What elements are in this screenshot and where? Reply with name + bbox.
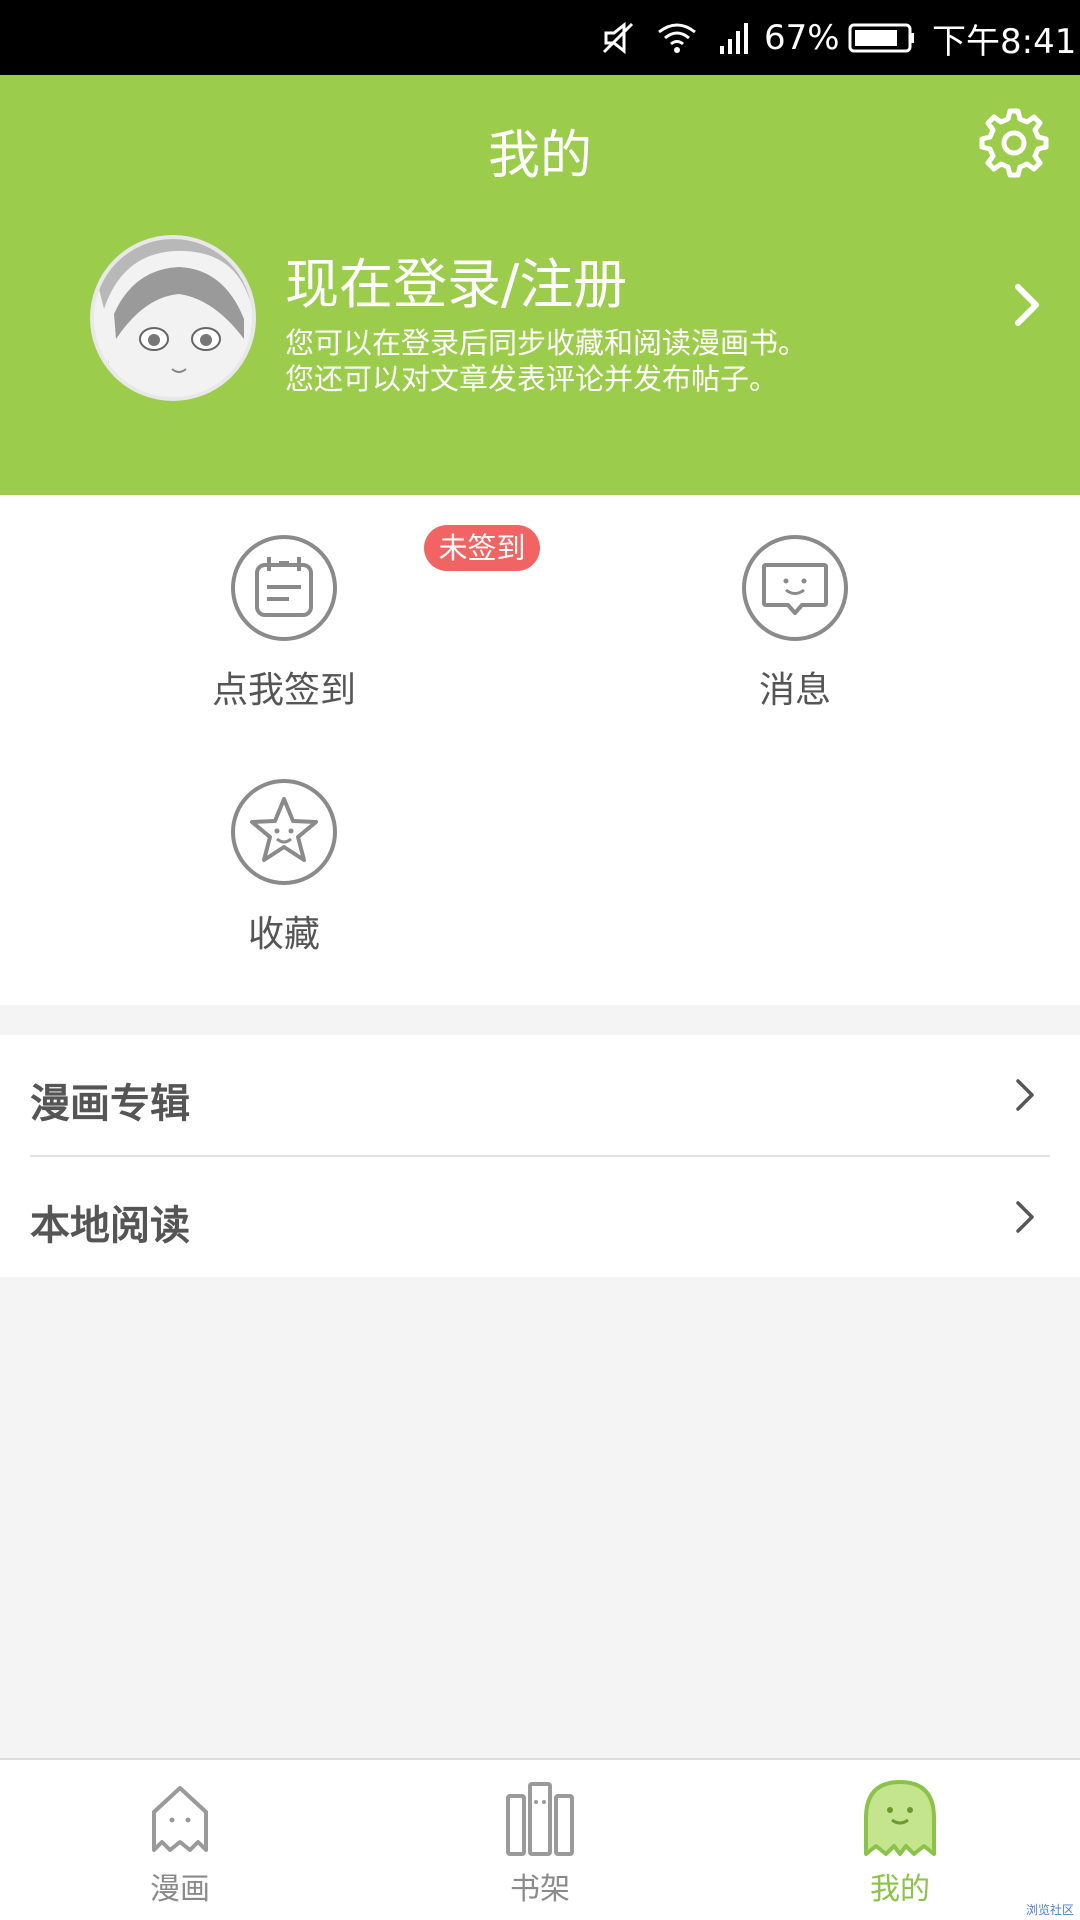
watermark: 浏览社区 — [1025, 1903, 1074, 1917]
login-description: 您可以在登录后同步收藏和阅读漫画书。 您还可以对文章发表评论并发布帖子。 — [285, 325, 807, 397]
star-icon — [231, 779, 337, 885]
favorites-button[interactable]: 收藏 — [134, 777, 434, 957]
battery-icon — [846, 18, 916, 58]
login-arrow-button[interactable] — [1006, 277, 1050, 333]
login-desc-line-2: 您还可以对文章发表评论并发布帖子。 — [285, 362, 779, 396]
battery-percent: 67% — [764, 18, 840, 58]
bottom-tab-bar: 漫画 书架 我的 浏览社区 — [0, 1758, 1080, 1920]
chevron-right-icon — [1016, 1079, 1034, 1111]
messages-label: 消息 — [758, 670, 831, 711]
avatar[interactable] — [90, 235, 256, 401]
message-icon — [742, 535, 848, 641]
menu-list: 漫画专辑 本地阅读 — [0, 1035, 1080, 1277]
list-item-label: 漫画专辑 — [30, 1081, 190, 1127]
login-title[interactable]: 现在登录/注册 — [285, 240, 627, 319]
clock: 下午8:41 — [932, 21, 1077, 62]
wifi-icon — [655, 18, 699, 58]
tab-label: 书架 — [510, 1872, 570, 1907]
anime-avatar-icon — [94, 239, 252, 397]
ghost-icon — [864, 1780, 936, 1856]
list-item-label: 本地阅读 — [30, 1203, 190, 1249]
status-bar: 67% 下午8:41 — [0, 0, 1080, 75]
checkin-label: 点我签到 — [211, 670, 356, 711]
checkin-status-badge: 未签到 — [424, 525, 540, 571]
messages-button[interactable]: 消息 — [645, 533, 945, 713]
calendar-icon — [231, 535, 337, 641]
tab-comics[interactable]: 漫画 — [100, 1778, 260, 1908]
shortcut-grid: 点我签到 未签到 消息 收藏 — [0, 495, 1080, 1005]
checkin-button[interactable]: 点我签到 — [134, 533, 434, 713]
mute-icon — [600, 18, 636, 58]
gear-icon — [979, 108, 1049, 178]
favorites-label: 收藏 — [247, 914, 320, 955]
login-desc-line-1: 您可以在登录后同步收藏和阅读漫画书。 — [285, 326, 808, 360]
list-item-comic-albums[interactable]: 漫画专辑 — [0, 1035, 1080, 1157]
signal-icon — [718, 18, 750, 58]
chevron-right-icon — [1016, 1201, 1034, 1233]
house-ghost-icon — [152, 1786, 208, 1852]
list-item-local-reading[interactable]: 本地阅读 — [0, 1157, 1080, 1277]
bookshelf-icon — [506, 1782, 574, 1856]
settings-button[interactable] — [976, 105, 1052, 181]
tab-label: 漫画 — [150, 1872, 210, 1907]
tab-label: 我的 — [870, 1872, 930, 1907]
chevron-right-icon — [1015, 284, 1039, 326]
tab-bookshelf[interactable]: 书架 — [460, 1778, 620, 1908]
tab-me[interactable]: 我的 — [820, 1778, 980, 1908]
page-title: 我的 — [487, 126, 592, 186]
profile-header: 我的 现在登录/注册 您可以在登录后同步收藏和阅读漫画书。 您还可以对文章发表评… — [0, 75, 1080, 495]
